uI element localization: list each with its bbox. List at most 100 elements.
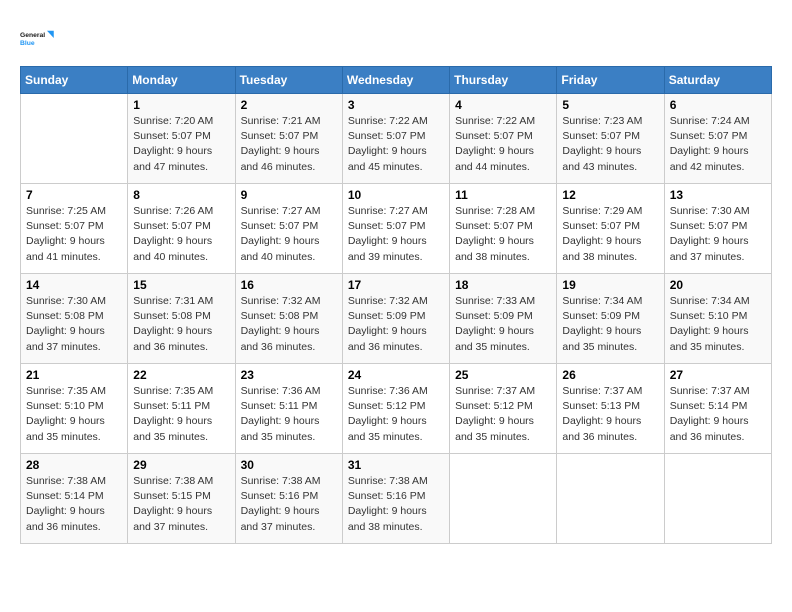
calendar-cell: 15Sunrise: 7:31 AM Sunset: 5:08 PM Dayli… — [128, 274, 235, 364]
day-info: Sunrise: 7:37 AM Sunset: 5:14 PM Dayligh… — [670, 384, 766, 445]
day-number: 8 — [133, 188, 229, 202]
calendar-cell: 22 Sunrise: 7:35 AM Sunset: 5:11 PM Dayli… — [128, 364, 235, 454]
day-info: Sunrise: 7:21 AM Sunset: 5:07 PM Dayligh… — [241, 114, 337, 175]
day-info: Sunrise: 7:27 AM Sunset: 5:07 PM Dayligh… — [348, 204, 444, 265]
calendar-cell: 9 Sunrise: 7:27 AM Sunset: 5:07 PM Daylig… — [235, 184, 342, 274]
calendar-cell: 6 Sunrise: 7:24 AM Sunset: 5:07 PM Daylig… — [664, 94, 771, 184]
calendar-cell: 29Sunrise: 7:38 AM Sunset: 5:15 PM Dayli… — [128, 454, 235, 544]
day-number: 13 — [670, 188, 766, 202]
day-info: Sunrise: 7:28 AM Sunset: 5:07 PM Dayligh… — [455, 204, 551, 265]
day-info: Sunrise: 7:30 AM Sunset: 5:07 PM Dayligh… — [670, 204, 766, 265]
calendar-cell: 23 Sunrise: 7:36 AM Sunset: 5:11 PM Dayli… — [235, 364, 342, 454]
day-info: Sunrise: 7:20 AM Sunset: 5:07 PM Dayligh… — [133, 114, 229, 175]
day-number: 9 — [241, 188, 337, 202]
day-number: 28 — [26, 458, 122, 472]
day-info: Sunrise: 7:38 AM Sunset: 5:15 PM Dayligh… — [133, 474, 229, 535]
day-number: 4 — [455, 98, 551, 112]
calendar-week-row: 21 Sunrise: 7:35 AM Sunset: 5:10 PM Dayli… — [21, 364, 772, 454]
calendar-cell: 18 Sunrise: 7:33 AM Sunset: 5:09 PM Dayli… — [450, 274, 557, 364]
day-info: Sunrise: 7:29 AM Sunset: 5:07 PM Dayligh… — [562, 204, 658, 265]
day-info: Sunrise: 7:32 AM Sunset: 5:08 PM Dayligh… — [241, 294, 337, 355]
calendar-cell: 11 Sunrise: 7:28 AM Sunset: 5:07 PM Dayli… — [450, 184, 557, 274]
day-info: Sunrise: 7:26 AM Sunset: 5:07 PM Dayligh… — [133, 204, 229, 265]
day-number: 23 — [241, 368, 337, 382]
day-number: 30 — [241, 458, 337, 472]
day-number: 20 — [670, 278, 766, 292]
calendar-cell: 21 Sunrise: 7:35 AM Sunset: 5:10 PM Dayli… — [21, 364, 128, 454]
calendar-cell: 24 Sunrise: 7:36 AM Sunset: 5:12 PM Dayli… — [342, 364, 449, 454]
calendar-cell: 4Sunrise: 7:22 AM Sunset: 5:07 PM Daylig… — [450, 94, 557, 184]
day-info: Sunrise: 7:22 AM Sunset: 5:07 PM Dayligh… — [348, 114, 444, 175]
calendar-cell: 3 Sunrise: 7:22 AM Sunset: 5:07 PM Daylig… — [342, 94, 449, 184]
day-info: Sunrise: 7:34 AM Sunset: 5:10 PM Dayligh… — [670, 294, 766, 355]
calendar-table: SundayMondayTuesdayWednesdayThursdayFrid… — [20, 66, 772, 544]
col-header-wednesday: Wednesday — [342, 67, 449, 94]
calendar-cell: 13 Sunrise: 7:30 AM Sunset: 5:07 PM Dayli… — [664, 184, 771, 274]
calendar-cell: 31Sunrise: 7:38 AM Sunset: 5:16 PM Dayli… — [342, 454, 449, 544]
day-info: Sunrise: 7:31 AM Sunset: 5:08 PM Dayligh… — [133, 294, 229, 355]
day-number: 24 — [348, 368, 444, 382]
day-number: 2 — [241, 98, 337, 112]
calendar-cell: 30Sunrise: 7:38 AM Sunset: 5:16 PM Dayli… — [235, 454, 342, 544]
calendar-week-row: 1 Sunrise: 7:20 AM Sunset: 5:07 PM Daylig… — [21, 94, 772, 184]
day-number: 22 — [133, 368, 229, 382]
day-info: Sunrise: 7:36 AM Sunset: 5:12 PM Dayligh… — [348, 384, 444, 445]
day-info: Sunrise: 7:27 AM Sunset: 5:07 PM Dayligh… — [241, 204, 337, 265]
calendar-cell: 28 Sunrise: 7:38 AM Sunset: 5:14 PM Dayli… — [21, 454, 128, 544]
calendar-cell: 5Sunrise: 7:23 AM Sunset: 5:07 PM Daylig… — [557, 94, 664, 184]
day-info: Sunrise: 7:38 AM Sunset: 5:16 PM Dayligh… — [348, 474, 444, 535]
day-number: 6 — [670, 98, 766, 112]
calendar-cell: 27 Sunrise: 7:37 AM Sunset: 5:14 PM Dayli… — [664, 364, 771, 454]
day-number: 12 — [562, 188, 658, 202]
col-header-sunday: Sunday — [21, 67, 128, 94]
day-number: 18 — [455, 278, 551, 292]
day-info: Sunrise: 7:33 AM Sunset: 5:09 PM Dayligh… — [455, 294, 551, 355]
day-info: Sunrise: 7:25 AM Sunset: 5:07 PM Dayligh… — [26, 204, 122, 265]
calendar-cell: 26Sunrise: 7:37 AM Sunset: 5:13 PM Dayli… — [557, 364, 664, 454]
calendar-cell: 20 Sunrise: 7:34 AM Sunset: 5:10 PM Dayli… — [664, 274, 771, 364]
svg-text:General: General — [20, 32, 45, 39]
calendar-week-row: 7 Sunrise: 7:25 AM Sunset: 5:07 PM Daylig… — [21, 184, 772, 274]
calendar-cell: 17 Sunrise: 7:32 AM Sunset: 5:09 PM Dayli… — [342, 274, 449, 364]
day-number: 1 — [133, 98, 229, 112]
day-info: Sunrise: 7:32 AM Sunset: 5:09 PM Dayligh… — [348, 294, 444, 355]
col-header-tuesday: Tuesday — [235, 67, 342, 94]
calendar-cell — [450, 454, 557, 544]
calendar-header-row: SundayMondayTuesdayWednesdayThursdayFrid… — [21, 67, 772, 94]
day-info: Sunrise: 7:37 AM Sunset: 5:13 PM Dayligh… — [562, 384, 658, 445]
col-header-monday: Monday — [128, 67, 235, 94]
calendar-cell: 14Sunrise: 7:30 AM Sunset: 5:08 PM Dayli… — [21, 274, 128, 364]
day-number: 17 — [348, 278, 444, 292]
day-number: 25 — [455, 368, 551, 382]
day-number: 16 — [241, 278, 337, 292]
day-number: 19 — [562, 278, 658, 292]
calendar-cell — [557, 454, 664, 544]
day-number: 21 — [26, 368, 122, 382]
day-number: 7 — [26, 188, 122, 202]
day-info: Sunrise: 7:24 AM Sunset: 5:07 PM Dayligh… — [670, 114, 766, 175]
day-number: 27 — [670, 368, 766, 382]
day-info: Sunrise: 7:36 AM Sunset: 5:11 PM Dayligh… — [241, 384, 337, 445]
col-header-friday: Friday — [557, 67, 664, 94]
calendar-cell: 25 Sunrise: 7:37 AM Sunset: 5:12 PM Dayli… — [450, 364, 557, 454]
calendar-cell: 16 Sunrise: 7:32 AM Sunset: 5:08 PM Dayli… — [235, 274, 342, 364]
day-number: 10 — [348, 188, 444, 202]
day-info: Sunrise: 7:34 AM Sunset: 5:09 PM Dayligh… — [562, 294, 658, 355]
calendar-cell: 19 Sunrise: 7:34 AM Sunset: 5:09 PM Dayli… — [557, 274, 664, 364]
day-number: 11 — [455, 188, 551, 202]
logo-icon: GeneralBlue — [20, 20, 56, 56]
page-header: GeneralBlue — [20, 20, 772, 56]
calendar-cell: 7 Sunrise: 7:25 AM Sunset: 5:07 PM Daylig… — [21, 184, 128, 274]
day-info: Sunrise: 7:35 AM Sunset: 5:11 PM Dayligh… — [133, 384, 229, 445]
col-header-saturday: Saturday — [664, 67, 771, 94]
day-info: Sunrise: 7:35 AM Sunset: 5:10 PM Dayligh… — [26, 384, 122, 445]
calendar-week-row: 14Sunrise: 7:30 AM Sunset: 5:08 PM Dayli… — [21, 274, 772, 364]
day-info: Sunrise: 7:23 AM Sunset: 5:07 PM Dayligh… — [562, 114, 658, 175]
day-number: 14 — [26, 278, 122, 292]
calendar-cell: 10 Sunrise: 7:27 AM Sunset: 5:07 PM Dayli… — [342, 184, 449, 274]
day-info: Sunrise: 7:37 AM Sunset: 5:12 PM Dayligh… — [455, 384, 551, 445]
logo: GeneralBlue — [20, 20, 56, 56]
day-number: 3 — [348, 98, 444, 112]
svg-text:Blue: Blue — [20, 40, 35, 47]
day-info: Sunrise: 7:38 AM Sunset: 5:14 PM Dayligh… — [26, 474, 122, 535]
